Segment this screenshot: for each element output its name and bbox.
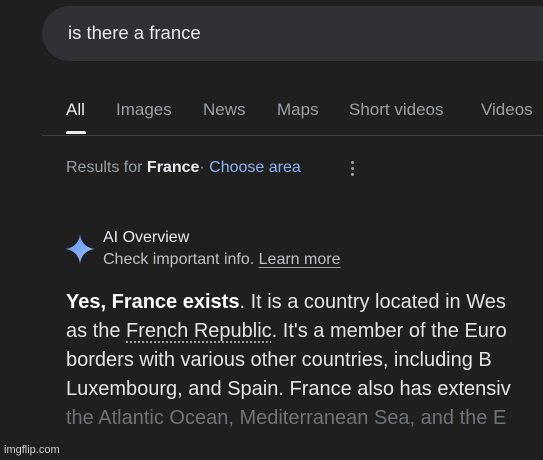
overview-text: . It's a member of the Euro xyxy=(271,320,507,342)
active-tab-indicator xyxy=(66,131,86,134)
overview-line-5: the Atlantic Ocean, Mediterranean Sea, a… xyxy=(66,407,507,429)
overview-text: . It is a country located in Wes xyxy=(239,291,506,313)
gemini-sparkle-icon xyxy=(65,234,95,264)
overview-text: as the xyxy=(66,320,127,342)
search-results-page: is there a france All Images News Maps S… xyxy=(0,0,543,460)
tab-images[interactable]: Images xyxy=(116,100,172,120)
watermark: imgflip.com xyxy=(4,444,60,456)
ai-overview-title: AI Overview xyxy=(103,229,190,246)
tab-videos[interactable]: Videos xyxy=(481,100,533,120)
overview-line-4: Luxembourg, and Spain. France also has e… xyxy=(66,378,511,400)
tab-short-videos[interactable]: Short videos xyxy=(349,100,444,120)
tab-all[interactable]: All xyxy=(66,100,85,120)
overview-line-2: as the French Republic. It's a member of… xyxy=(66,317,543,346)
search-box[interactable]: is there a france xyxy=(42,6,543,61)
search-input[interactable]: is there a france xyxy=(68,22,201,44)
results-separator: · xyxy=(199,159,205,176)
more-options-icon[interactable] xyxy=(349,159,357,179)
search-tabs: All Images News Maps Short videos Videos xyxy=(0,88,543,136)
tab-maps[interactable]: Maps xyxy=(277,100,319,120)
overview-line-3: borders with various other countries, in… xyxy=(66,349,492,371)
answer-bold: Yes, France exists xyxy=(66,291,240,313)
overview-line-1: Yes, France exists. It is a country loca… xyxy=(66,288,543,317)
tab-news[interactable]: News xyxy=(203,100,246,120)
ai-overview-body: Yes, France exists. It is a country loca… xyxy=(66,288,543,433)
learn-more-link[interactable]: Learn more xyxy=(259,251,341,268)
tabs-divider xyxy=(42,135,543,136)
choose-area-link[interactable]: Choose area xyxy=(209,159,301,176)
check-info-text: Check important info. xyxy=(103,251,255,268)
results-for-line: Results for France· Choose area xyxy=(66,159,301,177)
ai-overview-subtitle: Check important info. Learn more xyxy=(103,251,340,269)
results-location: France xyxy=(146,159,200,176)
french-republic-link[interactable]: French Republic xyxy=(126,320,272,342)
results-for-label: Results for xyxy=(66,159,143,176)
